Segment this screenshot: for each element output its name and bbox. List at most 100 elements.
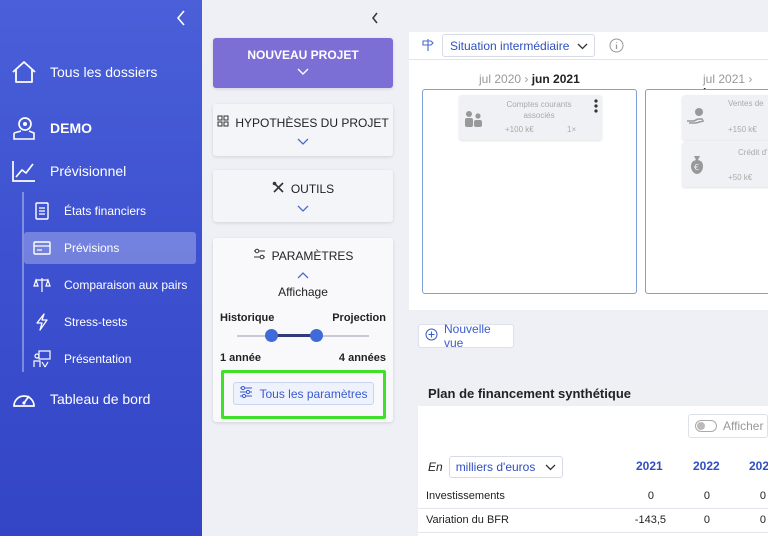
document-icon	[32, 201, 52, 221]
tile-1-title: Comptes courants associés	[506, 100, 572, 120]
period-1-header: jul 2020 › jun 2021	[479, 72, 580, 86]
signpost-icon	[421, 38, 435, 57]
period-2-from: jul 2021	[703, 72, 746, 86]
tile-ventes[interactable]: Ventes de +150 k€	[682, 95, 768, 140]
sidebar-item-label: Stress-tests	[64, 315, 128, 329]
chevron-down-icon	[213, 68, 393, 76]
row-divider	[418, 532, 768, 533]
tile-credit[interactable]: € Crédit d' +50 k€	[682, 142, 768, 187]
table-cell: 0	[647, 490, 654, 502]
sidebar-collapse-chevron-left-icon[interactable]	[172, 8, 190, 28]
row-label: Investissements	[426, 490, 505, 502]
people-icon	[463, 110, 485, 130]
timeline-area: jul 2020 › jun 2021 jul 2021 › jun Compt…	[409, 60, 768, 310]
home-icon	[10, 58, 38, 86]
panel-collapse-chevron-left-icon[interactable]	[366, 8, 384, 28]
unit-select[interactable]: milliers d'euros	[448, 456, 564, 478]
lightning-icon	[32, 312, 52, 332]
hypotheses-label: HYPOTHÈSES DU PROJET	[235, 115, 389, 130]
chevron-down-icon	[545, 460, 556, 474]
sidebar-item-presentation[interactable]: Présentation	[24, 343, 196, 375]
chevron-down-icon	[213, 205, 393, 213]
table-cell: -143,5	[634, 514, 666, 526]
tile-3-value: +50 k€	[728, 173, 753, 182]
view-select-value: Situation intermédiaire	[450, 38, 570, 53]
view-toolbar: Situation intermédiaire	[409, 32, 768, 60]
map-pin-icon	[10, 114, 38, 142]
sidebar-item-comparaison-aux-pairs[interactable]: Comparaison aux pairs	[24, 269, 196, 301]
year-header: 202	[749, 459, 768, 473]
table-cell: 0	[703, 490, 710, 502]
sidebar-item-etats-financiers[interactable]: États financiers	[24, 195, 196, 227]
sidebar-item-label: DEMO	[50, 120, 92, 136]
unit-prefix: En	[428, 460, 443, 474]
historique-slider-handle[interactable]	[265, 329, 278, 342]
plus-circle-icon	[425, 328, 438, 344]
grid-icon	[217, 115, 229, 130]
tile-comptes-courants[interactable]: Comptes courants associés +100 k€ 1×	[459, 95, 602, 140]
scale-icon	[32, 275, 52, 295]
period-2-box[interactable]: Ventes de +150 k€ € Crédit d' +50 k€	[645, 89, 768, 294]
tile-1-multiplier: 1×	[567, 125, 577, 134]
period-1-from: jul 2020	[479, 72, 522, 86]
sidebar-item-tableau-de-bord[interactable]: Tableau de bord	[10, 385, 150, 413]
year-header: 2022	[693, 459, 720, 473]
sliders-icon	[253, 248, 266, 263]
sidebar-item-label: Présentation	[64, 352, 132, 366]
historique-value: 1 année	[220, 352, 261, 364]
tools-icon	[272, 181, 285, 197]
tools-label: OUTILS	[290, 182, 335, 196]
sidebar-item-label: Comparaison aux pairs	[64, 278, 188, 292]
speedometer-icon	[10, 385, 38, 413]
sidebar-item-previsionnel[interactable]: Prévisionnel	[10, 157, 126, 185]
sidebar-item-tous-les-dossiers[interactable]: Tous les dossiers	[10, 58, 157, 86]
parameters-label: PARAMÈTRES	[271, 248, 354, 263]
period-1-to: jun 2021	[531, 72, 580, 86]
toggle-label: Afficher	[723, 419, 764, 433]
chart-line-icon	[10, 157, 38, 185]
row-label: Variation du BFR	[426, 514, 509, 526]
hand-coin-icon	[686, 107, 708, 129]
chevron-down-icon	[213, 138, 393, 146]
row-divider	[418, 508, 768, 509]
period-1-box[interactable]: Comptes courants associés +100 k€ 1×	[422, 89, 637, 294]
display-toggle[interactable]: Afficher	[688, 414, 768, 438]
chevron-up-icon[interactable]	[213, 271, 393, 279]
plan-table: Afficher En milliers d'euros 2021 2022 2…	[418, 406, 768, 536]
money-bag-icon: €	[686, 154, 708, 178]
sidebar-item-stress-tests[interactable]: Stress-tests	[24, 306, 196, 338]
sidebar-item-label: États financiers	[64, 204, 147, 218]
sidebar-item-label: Prévisionnel	[50, 163, 127, 179]
sidebar-item-label: Tous les dossiers	[50, 64, 158, 80]
projection-value: 4 années	[338, 352, 386, 364]
hypotheses-section[interactable]: HYPOTHÈSES DU PROJET	[213, 104, 393, 156]
tile-2-value: +150 k€	[728, 125, 757, 134]
year-header: 2021	[636, 459, 663, 473]
new-project-button[interactable]: NOUVEAU PROJET	[213, 38, 393, 88]
view-select[interactable]: Situation intermédiaire	[442, 34, 595, 57]
highlight-box	[221, 370, 386, 419]
table-cell: 0	[759, 514, 766, 526]
toggle-switch[interactable]	[695, 420, 717, 432]
chevron-down-icon	[577, 39, 588, 53]
svg-text:€: €	[694, 163, 699, 172]
new-view-button[interactable]: Nouvelle vue	[418, 322, 514, 350]
new-view-label: Nouvelle vue	[444, 322, 491, 350]
card-icon	[32, 238, 52, 258]
more-vertical-icon[interactable]	[594, 99, 598, 115]
sidebar-item-label: Prévisions	[64, 241, 120, 255]
table-cell: 0	[759, 490, 766, 502]
tools-section[interactable]: OUTILS	[213, 170, 393, 222]
table-cell: 0	[703, 514, 710, 526]
projection-slider-handle[interactable]	[310, 329, 323, 342]
presentation-icon	[32, 349, 52, 369]
projection-label: Projection	[332, 312, 386, 324]
sidebar-item-demo[interactable]: DEMO	[10, 114, 92, 142]
tile-2-title: Ventes de	[728, 99, 764, 108]
new-project-label: NOUVEAU PROJET	[247, 48, 359, 62]
unit-select-value: milliers d'euros	[455, 460, 536, 474]
unit-row: En milliers d'euros	[428, 456, 564, 478]
info-icon[interactable]	[609, 38, 624, 58]
sidebar-item-previsions[interactable]: Prévisions	[24, 232, 196, 264]
tile-1-value: +100 k€	[505, 125, 534, 134]
